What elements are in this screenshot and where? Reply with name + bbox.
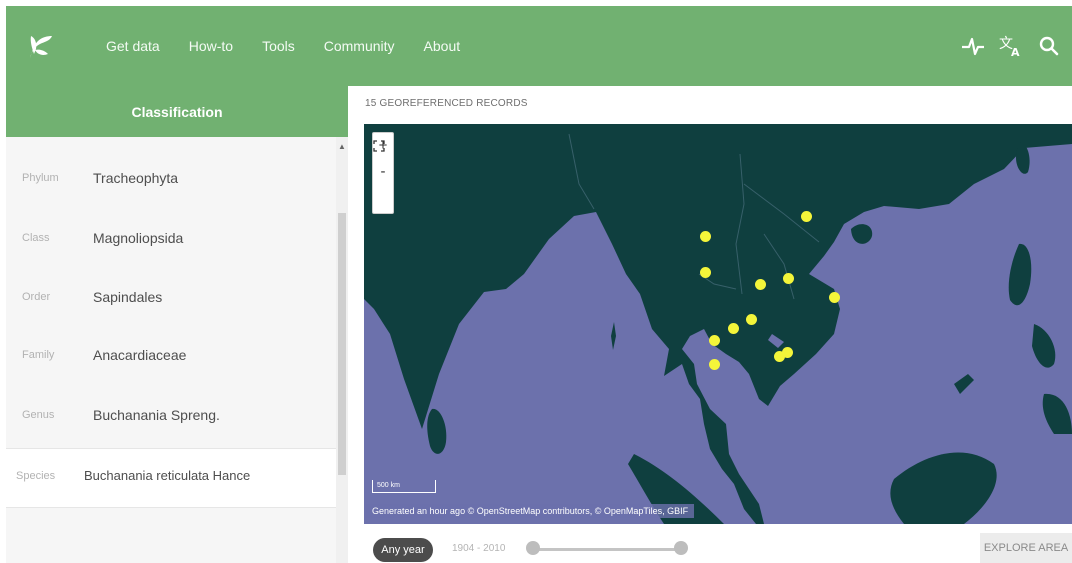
taxonomy-rank: Order xyxy=(22,291,51,303)
records-count: 15 GEOREFERENCED RECORDS xyxy=(365,98,528,109)
scrollbar-thumb[interactable] xyxy=(338,213,346,475)
occurrence-point[interactable] xyxy=(708,334,720,346)
occurrence-map[interactable]: + - 500 km Generated an hour ago © OpenS… xyxy=(364,124,1072,524)
nav-community[interactable]: Community xyxy=(324,38,395,54)
taxonomy-row-class[interactable]: Class Magnoliopsida xyxy=(6,211,336,269)
svg-text:A: A xyxy=(1011,46,1020,59)
occurrence-point[interactable] xyxy=(782,272,794,284)
header-tools: 文 A xyxy=(948,6,1062,86)
year-slider-end-handle[interactable] xyxy=(674,541,688,555)
occurrence-point[interactable] xyxy=(800,210,812,222)
occurrence-point[interactable] xyxy=(745,313,757,325)
year-slider-track[interactable] xyxy=(532,548,682,551)
taxonomy-name[interactable]: Buchanania Spreng. xyxy=(93,407,220,423)
taxonomy-row-species[interactable]: Species Buchanania reticulata Hance xyxy=(6,448,336,508)
nav-how-to[interactable]: How-to xyxy=(189,38,233,54)
taxonomy-rank: Phylum xyxy=(22,172,59,184)
taxonomy-name[interactable]: Anacardiaceae xyxy=(93,347,186,363)
taxonomy-rank: Genus xyxy=(22,409,55,421)
occurrence-point[interactable] xyxy=(699,266,711,278)
fullscreen-icon[interactable] xyxy=(373,140,393,211)
taxonomy-row-genus[interactable]: Genus Buchanania Spreng. xyxy=(6,388,336,446)
translate-icon[interactable]: 文 A xyxy=(998,33,1024,59)
main-nav: Get data How-to Tools Community About xyxy=(106,6,489,86)
taxonomy-rank: Family xyxy=(22,349,55,361)
taxonomy-name[interactable]: Tracheophyta xyxy=(93,170,178,186)
year-range-label: 1904 - 2010 xyxy=(452,543,506,554)
nav-about[interactable]: About xyxy=(424,38,461,54)
year-slider-start-handle[interactable] xyxy=(526,541,540,555)
taxonomy-name[interactable]: Magnoliopsida xyxy=(93,230,183,246)
sidebar-scrollbar[interactable]: ▲ xyxy=(336,137,348,563)
search-icon[interactable] xyxy=(1036,33,1062,59)
taxonomy-name[interactable]: Buchanania reticulata Hance xyxy=(84,468,250,483)
health-pulse-icon[interactable] xyxy=(960,33,986,59)
classification-title: Classification xyxy=(6,86,348,137)
occurrence-point[interactable] xyxy=(699,230,711,242)
taxonomy-row-phylum[interactable]: Phylum Tracheophyta xyxy=(6,151,336,209)
map-zoom-control: + - xyxy=(372,132,394,214)
classification-sidebar: Classification Phylum Tracheophyta Class… xyxy=(6,86,348,563)
taxonomy-name[interactable]: Sapindales xyxy=(93,289,162,305)
occurrence-point[interactable] xyxy=(727,322,739,334)
explore-area-button[interactable]: EXPLORE AREA xyxy=(980,533,1072,563)
occurrence-point[interactable] xyxy=(828,291,840,303)
top-navigation-bar: Get data How-to Tools Community About 文 … xyxy=(6,6,1072,86)
occurrence-point[interactable] xyxy=(708,358,720,370)
taxonomy-row-order[interactable]: Order Sapindales xyxy=(6,270,336,328)
nav-get-data[interactable]: Get data xyxy=(106,38,160,54)
taxonomy-row-family[interactable]: Family Anacardiaceae xyxy=(6,328,336,386)
taxonomy-rank: Species xyxy=(16,470,56,482)
any-year-filter-button[interactable]: Any year xyxy=(373,538,433,562)
nav-tools[interactable]: Tools xyxy=(262,38,295,54)
occurrence-point[interactable] xyxy=(754,278,766,290)
map-attribution[interactable]: Generated an hour ago © OpenStreetMap co… xyxy=(366,504,695,518)
taxonomy-rank: Class xyxy=(22,232,50,244)
scroll-up-arrow-icon[interactable]: ▲ xyxy=(336,141,348,153)
map-canvas[interactable] xyxy=(364,124,1072,524)
occurrence-point[interactable] xyxy=(781,346,793,358)
zoom-out-button[interactable]: - xyxy=(373,159,393,185)
map-scale: 500 km xyxy=(372,480,436,493)
gbif-leaf-logo-icon[interactable] xyxy=(22,28,58,64)
